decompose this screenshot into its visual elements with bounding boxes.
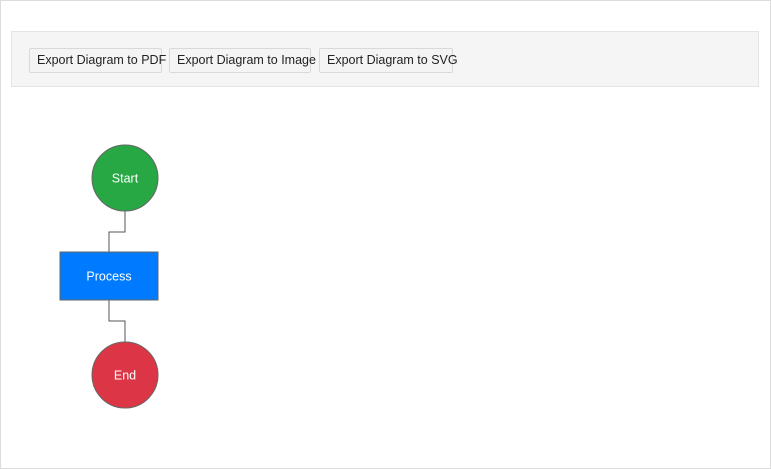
node-process[interactable]: Process: [59, 251, 159, 301]
node-end[interactable]: End: [91, 341, 159, 409]
start-node-label: Start: [112, 172, 139, 186]
node-start[interactable]: Start: [91, 144, 159, 212]
end-node-label: End: [114, 369, 136, 383]
connector-process-end: [108, 300, 126, 342]
process-node-label: Process: [86, 270, 131, 284]
diagram-canvas: Start Process End: [59, 144, 159, 409]
connector-start-process: [108, 211, 126, 252]
